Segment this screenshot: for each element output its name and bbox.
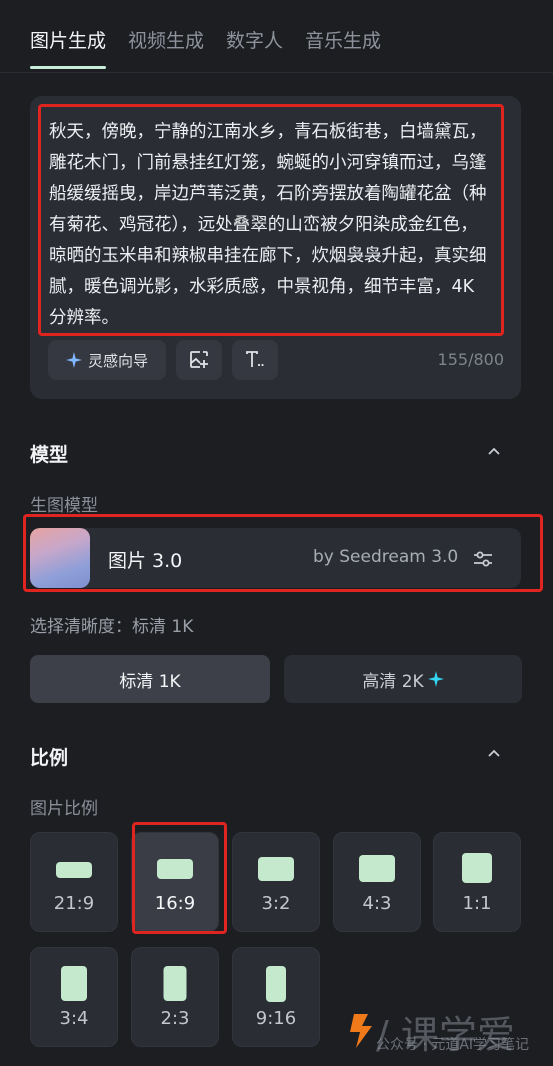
model-section-title: 模型 [30,444,69,466]
inspiration-guide-button[interactable]: 灵感向导 [48,340,166,380]
model-name: 图片 3.0 [108,550,183,572]
watermark-text: 公众号 · 元道AI学习笔记 [376,1037,530,1053]
ratio-option-3-2[interactable]: 3:2 [232,832,320,932]
ratio-section-title: 比例 [30,747,69,769]
chevron-up-icon[interactable] [485,745,503,763]
chevron-up-icon[interactable] [485,443,503,461]
prompt-toolbar: 灵感向导 [48,340,278,380]
model-thumbnail [30,528,90,588]
ratio-option-4-3[interactable]: 4:3 [333,832,421,932]
inspiration-guide-label: 灵感向导 [87,351,148,370]
sparkle-icon [65,352,82,368]
reference-image-button[interactable] [176,340,222,380]
ratio-label: 21:9 [53,893,95,914]
ratio-label: 3:4 [59,1008,89,1029]
text-style-button[interactable] [232,340,278,380]
image-ratio-label: 图片比例 [30,799,98,819]
ratio-preview-shape [61,966,87,1001]
tab-digital-human[interactable]: 数字人 [226,26,283,69]
resolution-standard-label: 标清 1K [119,671,181,692]
ratio-option-2-3[interactable]: 2:3 [131,947,219,1047]
tab-music-generation[interactable]: 音乐生成 [305,26,381,69]
character-count: 155/800 [437,350,504,369]
prompt-textarea[interactable]: 秋天，傍晚，宁静的江南水乡，青石板街巷，白墙黛瓦，雕花木门，门前悬挂红灯笼，蜿蜒… [38,104,504,336]
ratio-option-1-1[interactable]: 1:1 [433,832,521,932]
image-model-label: 生图模型 [30,496,98,516]
ratio-option-16-9[interactable]: 16:9 [131,832,219,932]
ratio-option-9-16[interactable]: 9:16 [232,947,320,1047]
ratio-preview-shape [359,855,395,882]
ratio-label: 3:2 [261,893,291,914]
generation-tabs: 图片生成 视频生成 数字人 音乐生成 [30,26,381,69]
sparkle-icon [427,671,444,687]
ratio-preview-shape [157,859,193,879]
ratio-option-21-9[interactable]: 21:9 [30,832,118,932]
ratio-label: 16:9 [154,893,196,914]
ratio-label: 9:16 [255,1008,297,1029]
ratio-preview-shape [462,853,492,883]
resolution-label: 选择清晰度：标清 1K [30,617,194,637]
ratio-label: 4:3 [362,893,392,914]
ratio-preview-shape [266,966,286,1002]
ratio-preview-shape [56,862,92,878]
ratio-label: 1:1 [462,893,492,914]
sliders-icon[interactable] [472,548,494,570]
image-add-icon [190,351,208,368]
resolution-hd-2k-button[interactable]: 高清 2K [284,655,522,703]
tabs-divider [0,72,553,73]
tab-image-generation[interactable]: 图片生成 [30,26,107,69]
ratio-preview-shape [258,857,294,881]
text-format-icon [246,351,264,367]
tab-video-generation[interactable]: 视频生成 [128,26,204,69]
resolution-standard-1k-button[interactable]: 标清 1K [30,655,270,703]
model-provider: by Seedream 3.0 [313,547,459,567]
ratio-option-3-4[interactable]: 3:4 [30,947,118,1047]
ratio-preview-shape [163,966,187,1001]
resolution-hd-label: 高清 2K [362,671,424,692]
ratio-label: 2:3 [160,1008,190,1029]
